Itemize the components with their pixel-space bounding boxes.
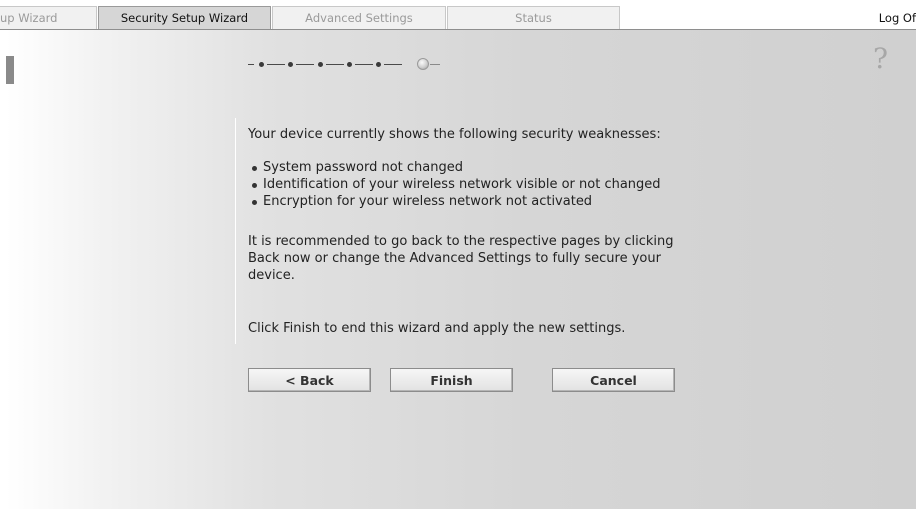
progress-segment [296,64,314,65]
list-item: System password not changed [248,159,661,176]
tab-security-setup-wizard[interactable]: Security Setup Wizard [98,6,271,30]
bullet-icon [252,183,257,188]
tab-bar: up Wizard Security Setup Wizard Advanced… [0,0,916,30]
progress-segment [430,64,440,65]
progress-current-step-icon [417,58,429,70]
list-item: Encryption for your wireless network not… [248,193,661,210]
finish-hint-text: Click Finish to end this wizard and appl… [248,321,626,336]
progress-step-dot [347,62,352,67]
progress-segment [248,64,254,65]
bullet-icon [252,166,257,171]
progress-step-dot [288,62,293,67]
cancel-button[interactable]: Cancel [552,368,675,392]
back-button[interactable]: < Back [248,368,371,392]
progress-segment [355,64,373,65]
tab-advanced-settings[interactable]: Advanced Settings [272,6,446,29]
finish-button[interactable]: Finish [390,368,513,392]
log-off-link[interactable]: Log Of [879,11,916,25]
progress-segment [267,64,285,65]
recommendation-text: It is recommended to go back to the resp… [248,234,674,283]
progress-segment [384,64,402,65]
weaknesses-intro: Your device currently shows the followin… [248,127,661,142]
progress-step-dot [318,62,323,67]
bullet-icon [252,200,257,205]
list-item: Identification of your wireless network … [248,176,661,193]
progress-step-dot [259,62,264,67]
question-mark-icon[interactable]: ? [873,44,888,74]
weaknesses-list: System password not changed Identificati… [248,159,661,210]
progress-segment [326,64,344,65]
tab-status[interactable]: Status [447,6,620,29]
content-divider [235,118,236,344]
side-scroll-marker[interactable] [6,56,14,84]
wizard-progress-trail [248,57,468,73]
progress-step-dot [376,62,381,67]
tab-setup-wizard[interactable]: up Wizard [0,6,97,29]
